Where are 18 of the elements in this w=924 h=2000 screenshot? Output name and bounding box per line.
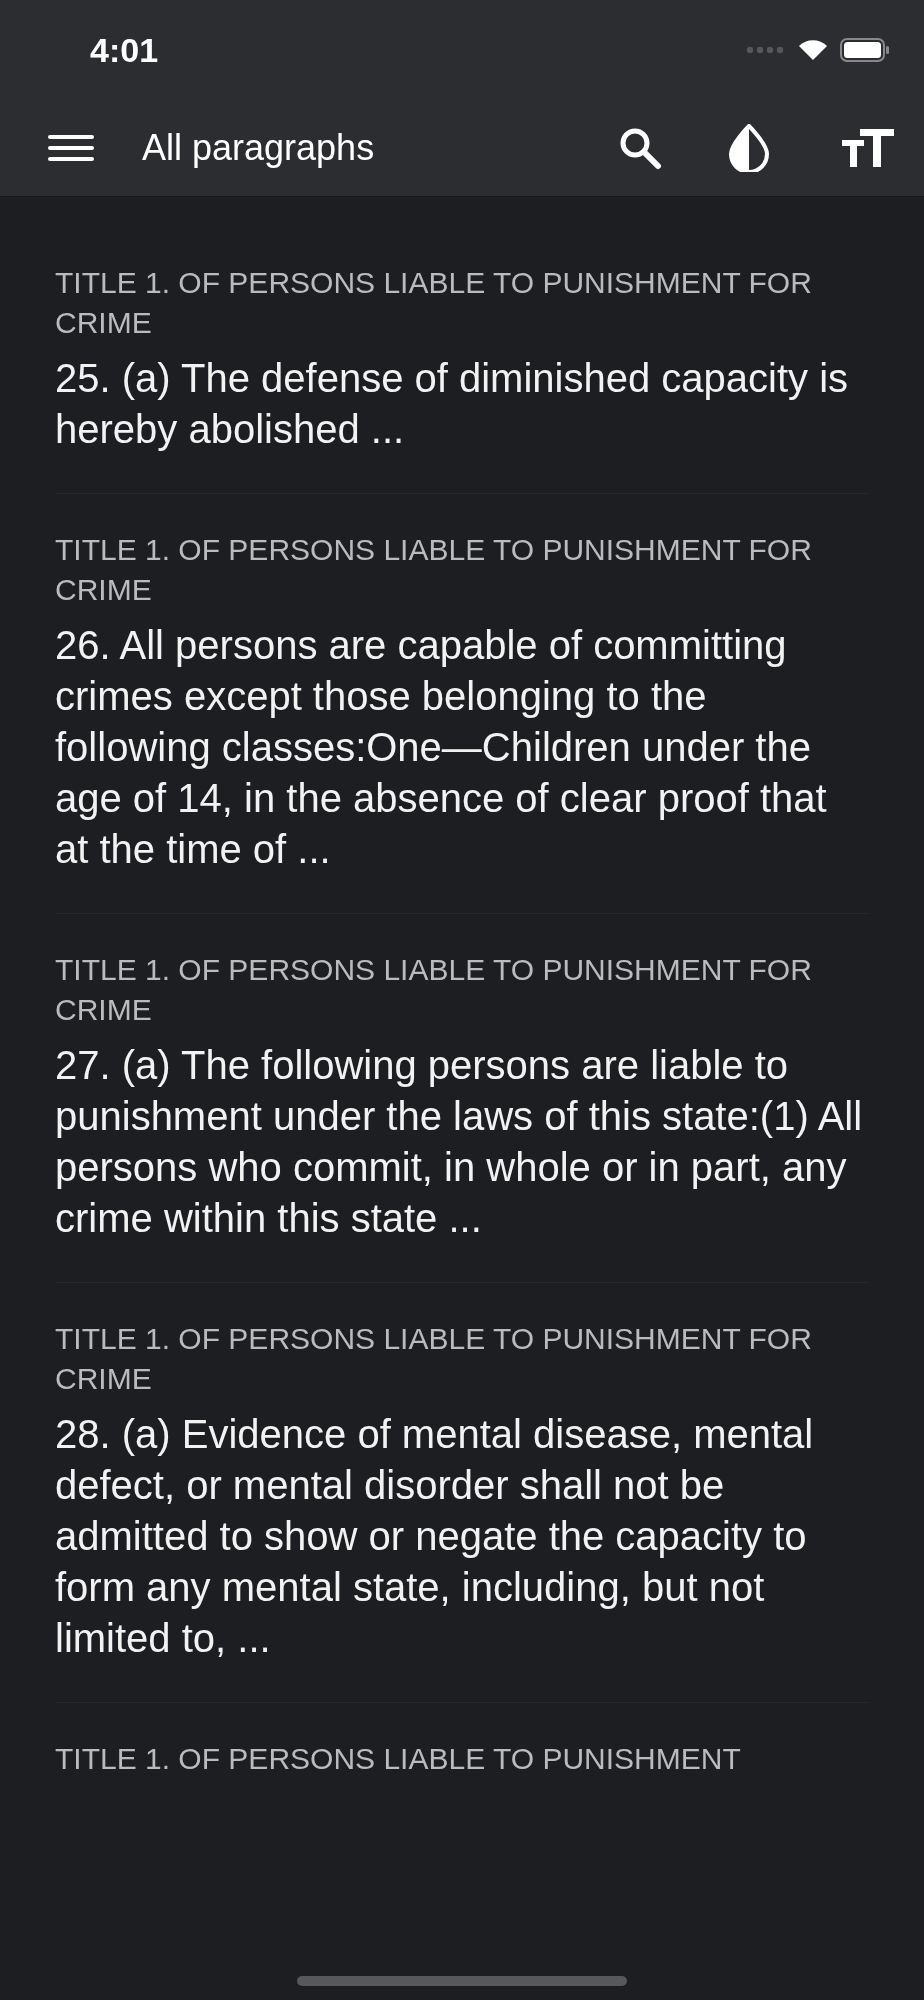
paragraph-heading: TITLE 1. OF PERSONS LIABLE TO PUNISHMENT FOR CRIME — [55, 265, 813, 341]
paragraph-heading: TITLE 1. OF PERSONS LIABLE TO PUNISHMENT — [55, 1741, 742, 1777]
wifi-icon — [798, 39, 828, 61]
screen-title: All paragraphs — [142, 127, 376, 169]
paragraph-heading: TITLE 1. OF PERSONS LIABLE TO PUNISHMENT FOR CRIME — [55, 1321, 813, 1397]
paragraph-heading: TITLE 1. OF PERSONS LIABLE TO PUNISHMENT FOR CRIME — [55, 952, 813, 1028]
signal-icon — [746, 46, 786, 54]
contrast-icon[interactable] — [728, 124, 770, 172]
paragraph-heading: TITLE 1. OF PERSONS LIABLE TO PUNISHMENT FOR CRIME — [55, 532, 813, 608]
text-size-icon[interactable] — [842, 128, 894, 168]
battery-icon — [840, 38, 890, 62]
status-time: 4:01 — [90, 30, 159, 70]
menu-icon[interactable] — [48, 133, 94, 163]
paragraph-excerpt[interactable]: 26. All persons are capable of committing crimes except those belonging to the following classes:One—Children under the age of 14, in the absence of clear proof that at the time of ... — [55, 620, 869, 875]
paragraph-excerpt[interactable]: 28. (a) Evidence of mental disease, mental defect, or mental disorder shall not be admitted to show or negate the capacity to form any mental state, including, but not limited to, ... — [55, 1409, 869, 1664]
search-icon[interactable] — [618, 126, 662, 170]
paragraph-excerpt[interactable]: 27. (a) The following persons are liable to punishment under the laws of this state:(1) All persons who commit, in whole or in part, any crime within this state ... — [55, 1040, 869, 1244]
paragraph-excerpt[interactable]: 25. (a) The defense of diminished capacity is hereby abolished ... — [55, 353, 869, 455]
